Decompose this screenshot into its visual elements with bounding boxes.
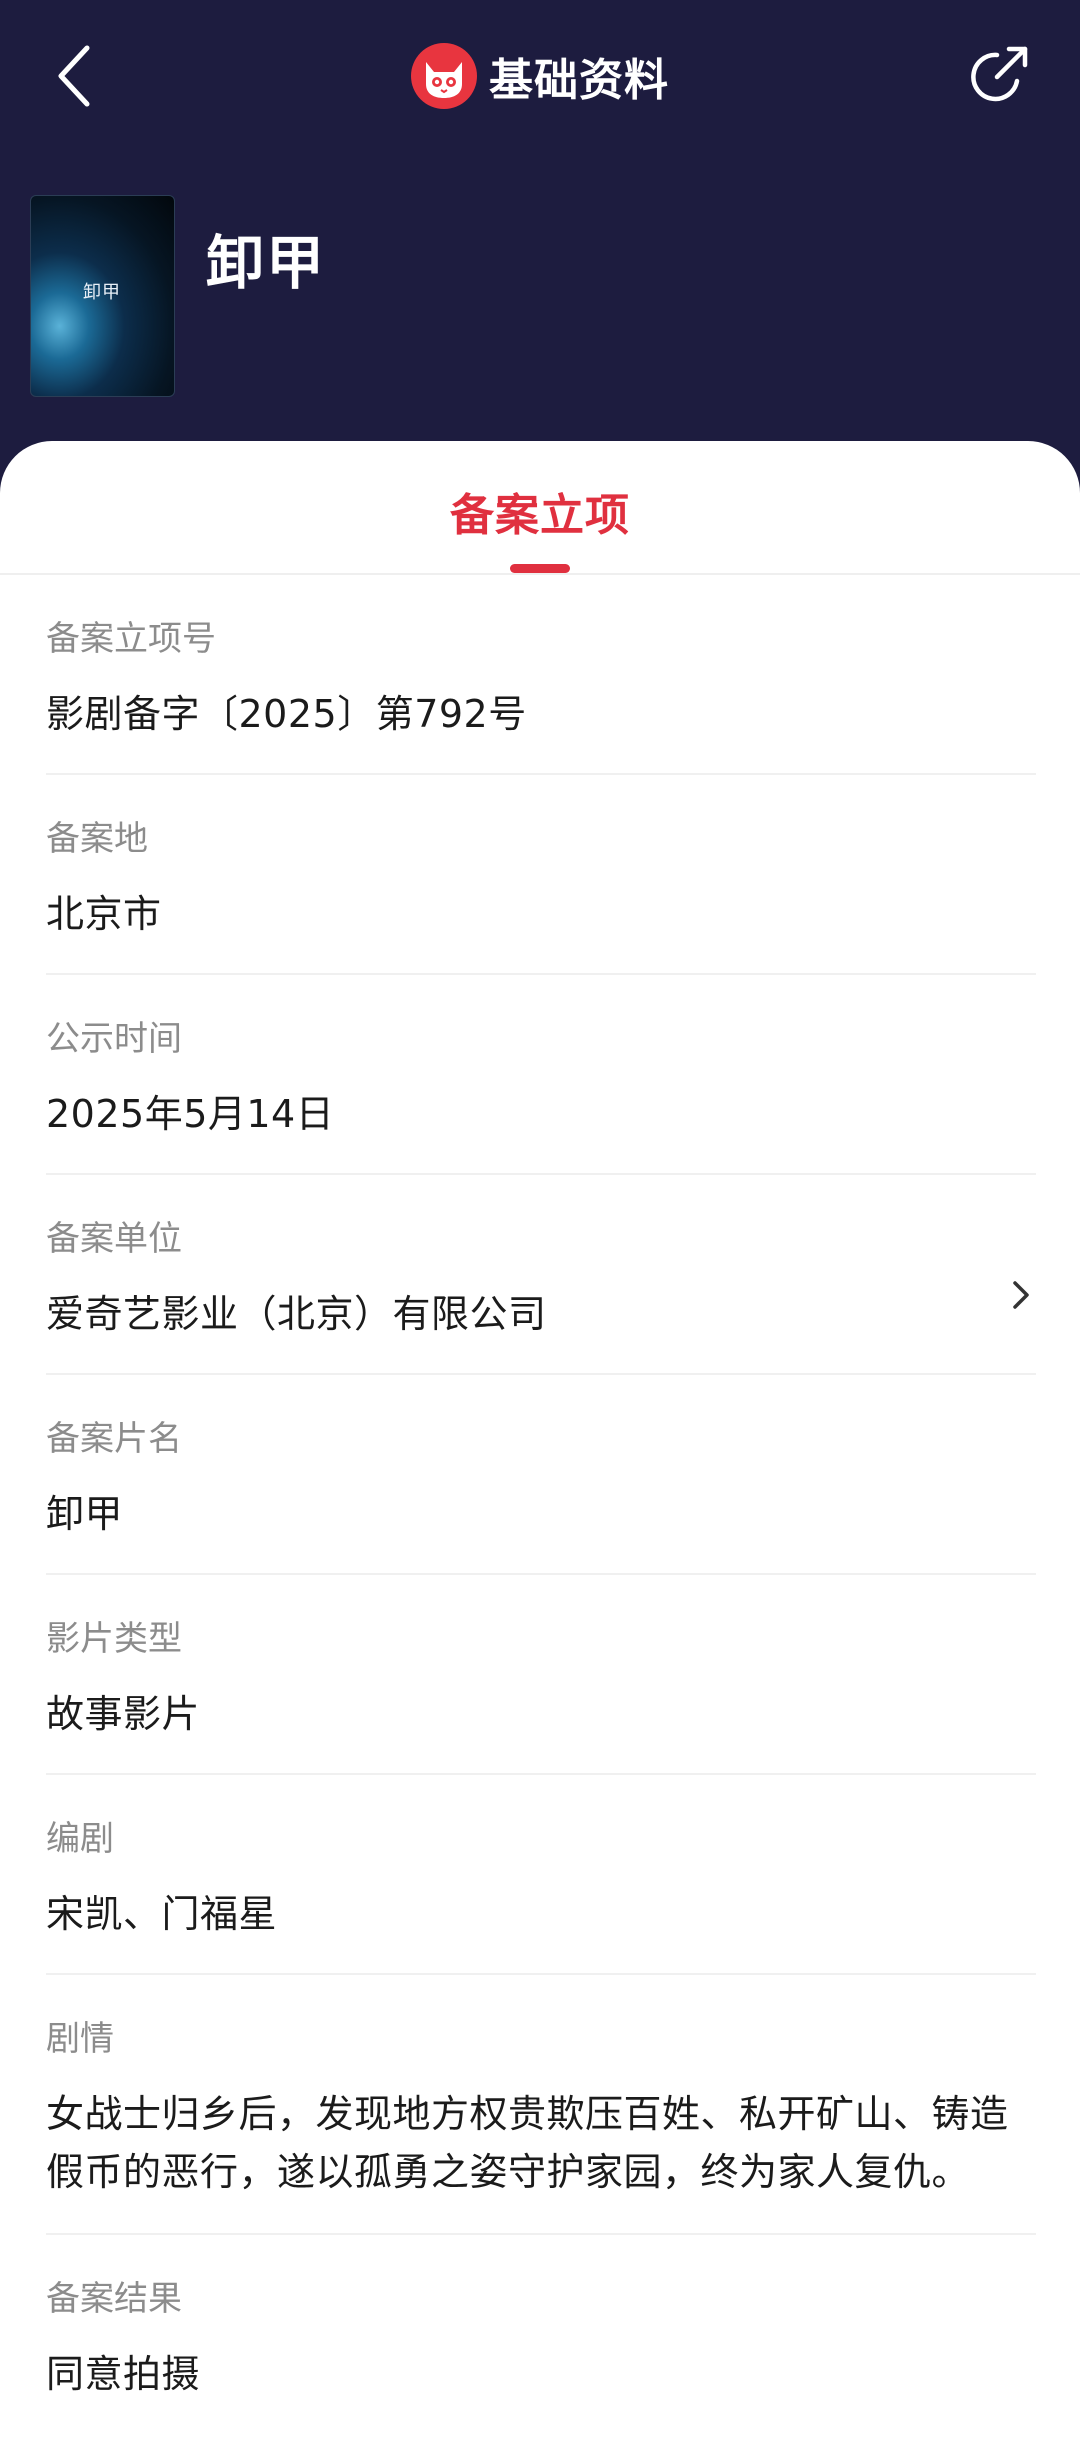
chevron-right-icon <box>1006 1275 1036 1315</box>
field-value: 同意拍摄 <box>46 2352 201 2396</box>
share-button[interactable] <box>964 40 1036 112</box>
field-list: 备案立项号 影剧备字〔2025〕第792号 备案地 北京市 公示时间 2025年… <box>0 575 1080 2433</box>
page-title: 基础资料 <box>489 55 669 106</box>
field-label: 备案结果 <box>46 2279 182 2319</box>
field-label: 剧情 <box>46 2019 114 2059</box>
field-value: 宋凯、门福星 <box>46 1892 278 1936</box>
field-label: 公示时间 <box>46 1019 182 1059</box>
field-screenwriter: 编剧 宋凯、门福星 <box>46 1775 1036 1975</box>
share-icon <box>971 46 1028 102</box>
field-label: 影片类型 <box>46 1619 182 1659</box>
field-value: 影剧备字〔2025〕第792号 <box>46 692 527 736</box>
top-header: 基础资料 卸甲 卸甲 <box>0 0 1080 470</box>
movie-title: 卸甲 <box>206 229 327 297</box>
field-value: 卸甲 <box>46 1492 124 1536</box>
tab-bar: 备案立项 <box>0 441 1080 575</box>
field-value: 北京市 <box>46 892 162 936</box>
field-filing-result: 备案结果 同意拍摄 <box>46 2235 1036 2433</box>
field-publish-date: 公示时间 2025年5月14日 <box>46 975 1036 1175</box>
field-plot: 剧情 女战士归乡后，发现地方权贵欺压百姓、私开矿山、铸造假币的恶行，遂以孤勇之姿… <box>46 1975 1036 2235</box>
field-value: 女战士归乡后，发现地方权贵欺压百姓、私开矿山、铸造假币的恶行，遂以孤勇之姿守护家… <box>46 2092 1009 2194</box>
tab-filing[interactable]: 备案立项 <box>0 479 1080 543</box>
info-card: 备案立项 备案立项号 影剧备字〔2025〕第792号 备案地 北京市 公示时间 … <box>0 441 1080 2452</box>
field-value: 爱奇艺影业（北京）有限公司 <box>46 1292 547 1336</box>
field-label: 备案地 <box>46 819 148 859</box>
movie-poster[interactable]: 卸甲 <box>30 195 175 397</box>
field-value: 2025年5月14日 <box>46 1092 335 1136</box>
poster-title-text: 卸甲 <box>83 282 121 303</box>
field-label: 备案立项号 <box>46 619 216 659</box>
field-label: 编剧 <box>46 1819 114 1859</box>
tab-active-indicator <box>510 564 570 573</box>
field-label: 备案片名 <box>46 1419 182 1459</box>
field-film-type: 影片类型 故事影片 <box>46 1575 1036 1775</box>
field-value: 故事影片 <box>46 1692 201 1736</box>
field-filing-number: 备案立项号 影剧备字〔2025〕第792号 <box>46 575 1036 775</box>
header-title-group: 基础资料 <box>0 40 1080 112</box>
field-filing-title: 备案片名 卸甲 <box>46 1375 1036 1575</box>
field-filing-location: 备案地 北京市 <box>46 775 1036 975</box>
field-label: 备案单位 <box>46 1219 182 1259</box>
field-filing-company[interactable]: 备案单位 爱奇艺影业（北京）有限公司 <box>46 1175 1036 1375</box>
cat-logo-icon <box>411 43 477 109</box>
